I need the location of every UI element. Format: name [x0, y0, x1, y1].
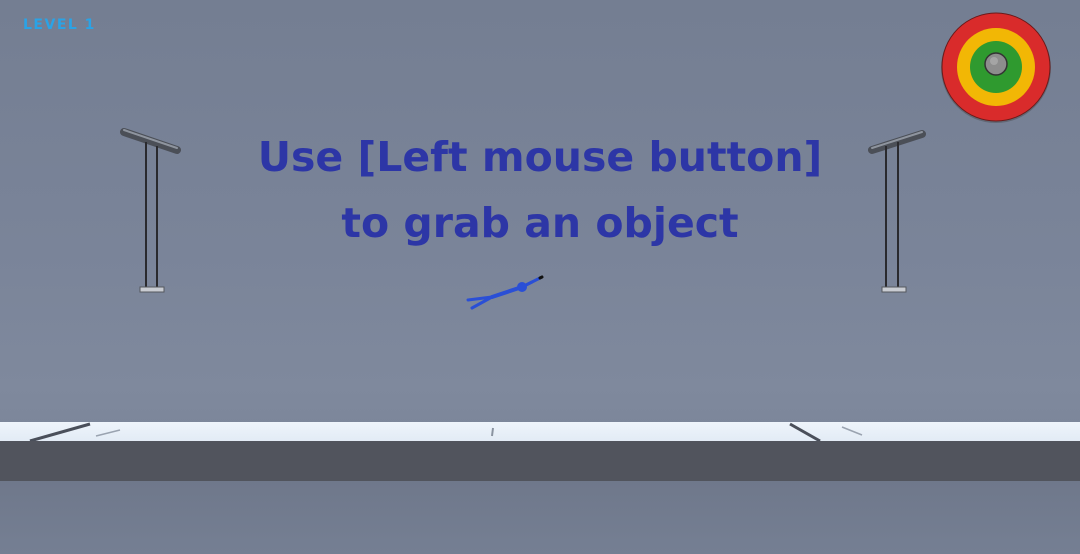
level-indicator: LEVEL 1: [23, 17, 96, 33]
game-scene[interactable]: LEVEL 1 Use [Left mouse button] to grab …: [0, 0, 1080, 554]
floor-area: [0, 481, 1080, 554]
tutorial-instruction: Use [Left mouse button] to grab an objec…: [140, 124, 940, 256]
bullseye-target-icon: [941, 12, 1051, 123]
instruction-line-2: to grab an object: [341, 199, 739, 247]
ragdoll-character[interactable]: [462, 268, 552, 316]
instruction-line-1: Use [Left mouse button]: [257, 133, 823, 181]
platform-front: [0, 441, 1080, 481]
platform-markings: [29, 422, 863, 442]
